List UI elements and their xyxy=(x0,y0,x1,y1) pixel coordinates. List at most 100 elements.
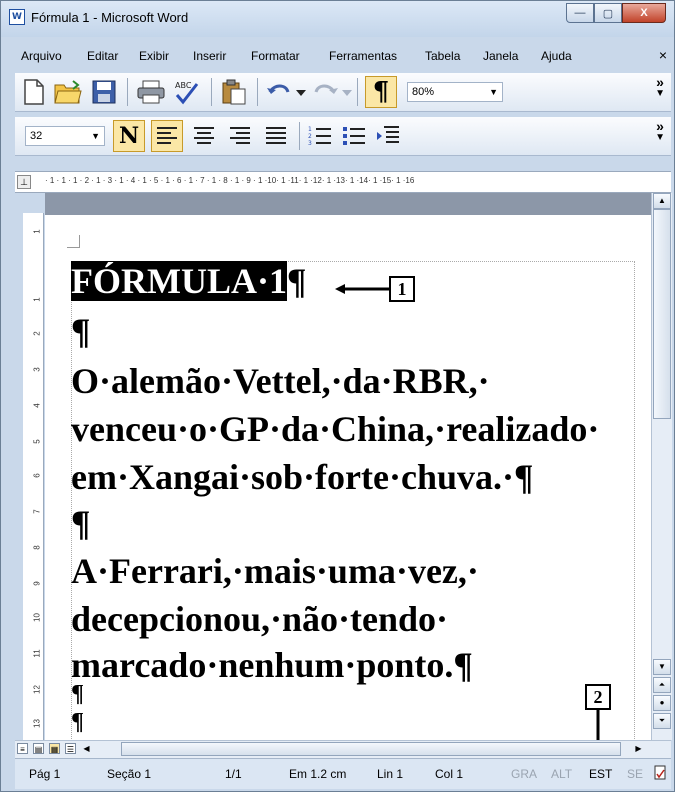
ruler-number: 2 xyxy=(32,331,42,336)
status-mode-est[interactable]: EST xyxy=(589,767,612,781)
doc-line[interactable]: decepcionou,·não·tendo· xyxy=(71,597,448,641)
doc-line-title[interactable]: FÓRMULA·1¶ xyxy=(71,259,306,303)
svg-text:3: 3 xyxy=(308,140,312,147)
word-app-icon[interactable]: W xyxy=(9,9,25,25)
new-document-button[interactable] xyxy=(19,77,49,107)
vertical-ruler[interactable]: 1 1 2 3 4 5 6 7 8 9 10 11 12 13 xyxy=(23,213,44,740)
increase-indent-button[interactable] xyxy=(373,121,403,151)
toolbar-options-button[interactable]: » ▼ xyxy=(655,75,665,100)
zoom-value: 80% xyxy=(412,86,435,98)
show-formatting-button[interactable]: ¶ xyxy=(365,76,397,108)
doc-line[interactable]: em·Xangai·sob·forte·chuva.·¶ xyxy=(71,455,533,499)
toolbar-separator xyxy=(299,122,300,150)
status-mode-se[interactable]: SE xyxy=(627,767,643,781)
menu-exibir[interactable]: Exibir xyxy=(139,49,169,63)
bullet-list-icon xyxy=(343,127,365,145)
vertical-scrollbar[interactable]: ▲ ▼ ⏶ ● ⏷ xyxy=(651,193,672,740)
scroll-right-button[interactable]: ▶ xyxy=(633,743,644,754)
title-bar: W Fórmula 1 - Microsoft Word — ▢ X xyxy=(1,1,674,37)
outline-view-button[interactable]: ☰ xyxy=(65,743,76,754)
align-left-button[interactable] xyxy=(151,120,183,152)
browse-object-button[interactable]: ● xyxy=(653,695,671,711)
doc-line[interactable]: ¶ xyxy=(71,309,90,353)
numbered-list-button[interactable]: 123 xyxy=(305,121,335,151)
undo-button[interactable] xyxy=(265,77,307,107)
ruler-number: 9 xyxy=(32,581,42,586)
spelling-button[interactable]: ABC xyxy=(169,77,203,107)
menu-janela[interactable]: Janela xyxy=(483,49,518,63)
chevron-down-icon: ▼ xyxy=(489,87,498,97)
print-layout-button[interactable]: ▦ xyxy=(49,743,60,754)
callout-2: 2 xyxy=(585,684,611,710)
window-title: Fórmula 1 - Microsoft Word xyxy=(31,10,189,25)
doc-line[interactable]: O·alemão·Vettel,·da·RBR,· xyxy=(71,359,490,403)
web-view-button[interactable]: ▤ xyxy=(33,743,44,754)
font-size-select[interactable]: 32 ▼ xyxy=(25,126,105,146)
horizontal-ruler[interactable]: ⊥ · 1 · 1 · 1 · 2 · 1 · 3 · 1 · 4 · 1 · … xyxy=(15,171,671,193)
print-button[interactable] xyxy=(135,77,167,107)
open-button[interactable] xyxy=(51,77,85,107)
normal-view-button[interactable]: ≡ xyxy=(17,743,28,754)
menu-tabela[interactable]: Tabela xyxy=(425,49,460,63)
tab-selector-button[interactable]: ⊥ xyxy=(17,175,31,189)
align-center-button[interactable] xyxy=(189,121,219,151)
scroll-down-button[interactable]: ▼ xyxy=(653,659,671,675)
word-window: W Fórmula 1 - Microsoft Word — ▢ X Arqui… xyxy=(0,0,675,792)
menu-arquivo[interactable]: Arquivo xyxy=(21,49,62,63)
ruler-number: 11 xyxy=(32,649,42,658)
doc-line[interactable]: ¶ xyxy=(71,679,84,709)
doc-line[interactable]: marcado·nenhum·ponto.¶ xyxy=(71,643,473,687)
chevron-left-icon: ◀ xyxy=(83,744,90,753)
window-controls: — ▢ X xyxy=(566,3,666,23)
toolbar-separator xyxy=(127,78,128,106)
paste-button[interactable] xyxy=(219,77,249,107)
selected-text[interactable]: FÓRMULA·1 xyxy=(71,261,287,301)
minimize-button[interactable]: — xyxy=(566,3,594,23)
maximize-button[interactable]: ▢ xyxy=(594,3,622,23)
status-mode-gra[interactable]: GRA xyxy=(511,767,537,781)
menu-inserir[interactable]: Inserir xyxy=(193,49,226,63)
spelling-status-icon[interactable] xyxy=(653,765,667,784)
toolbar-options-button[interactable]: » ▼ xyxy=(655,119,665,144)
page-gap xyxy=(45,193,651,215)
save-button[interactable] xyxy=(89,77,119,107)
menu-formatar[interactable]: Formatar xyxy=(251,49,300,63)
justify-button[interactable] xyxy=(261,121,291,151)
chevron-right-icon: ▶ xyxy=(635,744,642,753)
status-mode-alt[interactable]: ALT xyxy=(551,767,572,781)
close-document-button[interactable]: × xyxy=(659,47,667,63)
horizontal-scrollbar[interactable]: ≡ ▤ ▦ ☰ ◀ ▶ xyxy=(15,740,671,758)
close-button[interactable]: X xyxy=(622,3,666,23)
ruler-number: 10 xyxy=(32,613,42,622)
doc-line[interactable]: A·Ferrari,·mais·uma·vez,· xyxy=(71,549,479,593)
next-page-button[interactable]: ⏷ xyxy=(653,713,671,729)
double-up-icon: ⏶ xyxy=(658,680,666,689)
scroll-left-button[interactable]: ◀ xyxy=(81,743,92,754)
status-line: Lin 1 xyxy=(377,767,404,781)
doc-line[interactable]: ¶ xyxy=(71,501,90,545)
horizontal-scroll-thumb[interactable] xyxy=(121,742,621,756)
redo-button[interactable] xyxy=(311,77,353,107)
font-size-value: 32 xyxy=(30,130,43,142)
formatting-toolbar: 32 ▼ N 123 » ▼ xyxy=(15,117,671,156)
bullet-list-button[interactable] xyxy=(339,121,369,151)
doc-line[interactable]: venceu·o·GP·da·China,·realizado· xyxy=(71,407,599,451)
close-icon: X xyxy=(640,7,648,19)
scroll-up-button[interactable]: ▲ xyxy=(653,193,671,209)
svg-text:2: 2 xyxy=(308,133,312,140)
bold-button[interactable]: N xyxy=(113,120,145,152)
previous-page-button[interactable]: ⏶ xyxy=(653,677,671,693)
zoom-select[interactable]: 80% ▼ xyxy=(407,82,503,102)
chevron-up-icon: ▲ xyxy=(658,196,666,205)
vertical-ruler-scale: 1 1 2 3 4 5 6 7 8 9 10 11 12 13 xyxy=(27,213,42,740)
normal-view-icon: ≡ xyxy=(20,745,25,754)
menu-editar[interactable]: Editar xyxy=(87,49,118,63)
menu-ajuda[interactable]: Ajuda xyxy=(541,49,572,63)
doc-line[interactable]: ¶ xyxy=(71,707,84,737)
scroll-thumb[interactable] xyxy=(653,209,671,419)
menu-ferramentas[interactable]: Ferramentas xyxy=(329,49,397,63)
align-right-button[interactable] xyxy=(225,121,255,151)
align-center-icon xyxy=(194,127,214,144)
status-bar: Pág 1 Seção 1 1/1 Em 1.2 cm Lin 1 Col 1 … xyxy=(15,758,671,789)
ruler-number: 1 xyxy=(32,229,42,234)
